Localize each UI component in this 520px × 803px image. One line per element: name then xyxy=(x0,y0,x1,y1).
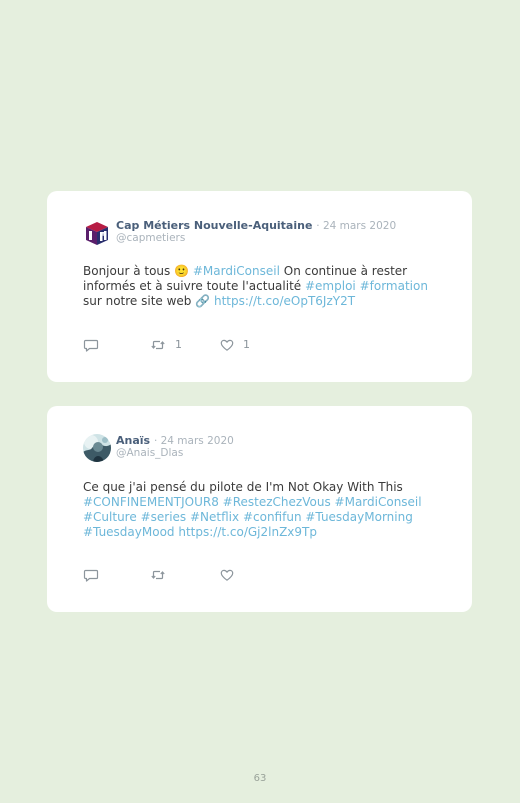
author-line: Cap Métiers Nouvelle-Aquitaine · 24 mars… xyxy=(116,219,396,233)
tweet-date[interactable]: · 24 mars 2020 xyxy=(316,220,396,232)
speech-bubble-icon xyxy=(83,339,99,352)
retweet-arrows-icon xyxy=(151,570,165,580)
like-button[interactable] xyxy=(219,567,235,583)
heart-outline-icon xyxy=(220,569,234,581)
reply-button[interactable] xyxy=(83,337,99,353)
text-segment: sur notre site web 🔗 xyxy=(83,294,214,308)
tweet-text: Ce que j'ai pensé du pilote de I'm Not O… xyxy=(83,480,444,540)
tweet-card: Anaïs · 24 mars 2020 @Anais_Dlas Ce que … xyxy=(47,406,472,612)
like-count: 1 xyxy=(243,338,250,351)
retweet-button[interactable] xyxy=(150,337,166,353)
hashtag-link[interactable]: #RestezChezVous xyxy=(223,495,331,509)
retweet-count: 1 xyxy=(175,338,182,351)
url-link[interactable]: https://t.co/Gj2lnZx9Tp xyxy=(178,525,317,539)
text-segment: Bonjour à tous 🙂 xyxy=(83,264,193,278)
page-number: 63 xyxy=(253,773,267,784)
retweet-arrows-icon xyxy=(151,340,165,350)
tweet-text: Bonjour à tous 🙂 #MardiConseil On contin… xyxy=(83,264,444,309)
hashtag-link[interactable]: #MardiConseil xyxy=(193,264,280,278)
hashtag-link[interactable]: #Culture xyxy=(83,510,137,524)
text-segment: Ce que j'ai pensé du pilote de I'm Not O… xyxy=(83,480,403,494)
heart-outline-icon xyxy=(220,339,234,351)
hashtag-link[interactable]: #CONFINEMENTJOUR8 xyxy=(83,495,219,509)
author-line: Anaïs · 24 mars 2020 xyxy=(116,434,234,448)
hashtag-link[interactable]: #TuesdayMorning xyxy=(305,510,412,524)
reply-button[interactable] xyxy=(83,567,99,583)
like-button[interactable] xyxy=(219,337,235,353)
retweet-button[interactable] xyxy=(150,567,166,583)
hashtag-link[interactable]: #TuesdayMood xyxy=(83,525,175,539)
speech-bubble-icon xyxy=(83,569,99,582)
user-avatar-icon[interactable] xyxy=(83,434,111,462)
hashtag-link[interactable]: #MardiConseil xyxy=(335,495,422,509)
hashtag-link[interactable]: #Netflix xyxy=(190,510,239,524)
url-link[interactable]: https://t.co/eOpT6JzY2T xyxy=(214,294,355,308)
hashtag-link[interactable]: #formation xyxy=(360,279,428,293)
hashtag-link[interactable]: #emploi xyxy=(305,279,356,293)
author-name[interactable]: Anaïs xyxy=(116,434,150,447)
author-name[interactable]: Cap Métiers Nouvelle-Aquitaine xyxy=(116,219,312,232)
tweet-date[interactable]: · 24 mars 2020 xyxy=(154,435,234,447)
tweet-card: Cap Métiers Nouvelle-Aquitaine · 24 mars… xyxy=(47,191,472,382)
cap-metiers-logo-icon[interactable] xyxy=(83,219,111,247)
hashtag-link[interactable]: #confifun xyxy=(243,510,302,524)
author-handle[interactable]: @Anais_Dlas xyxy=(116,447,183,460)
hashtag-link[interactable]: #series xyxy=(141,510,187,524)
author-handle[interactable]: @capmetiers xyxy=(116,232,185,245)
